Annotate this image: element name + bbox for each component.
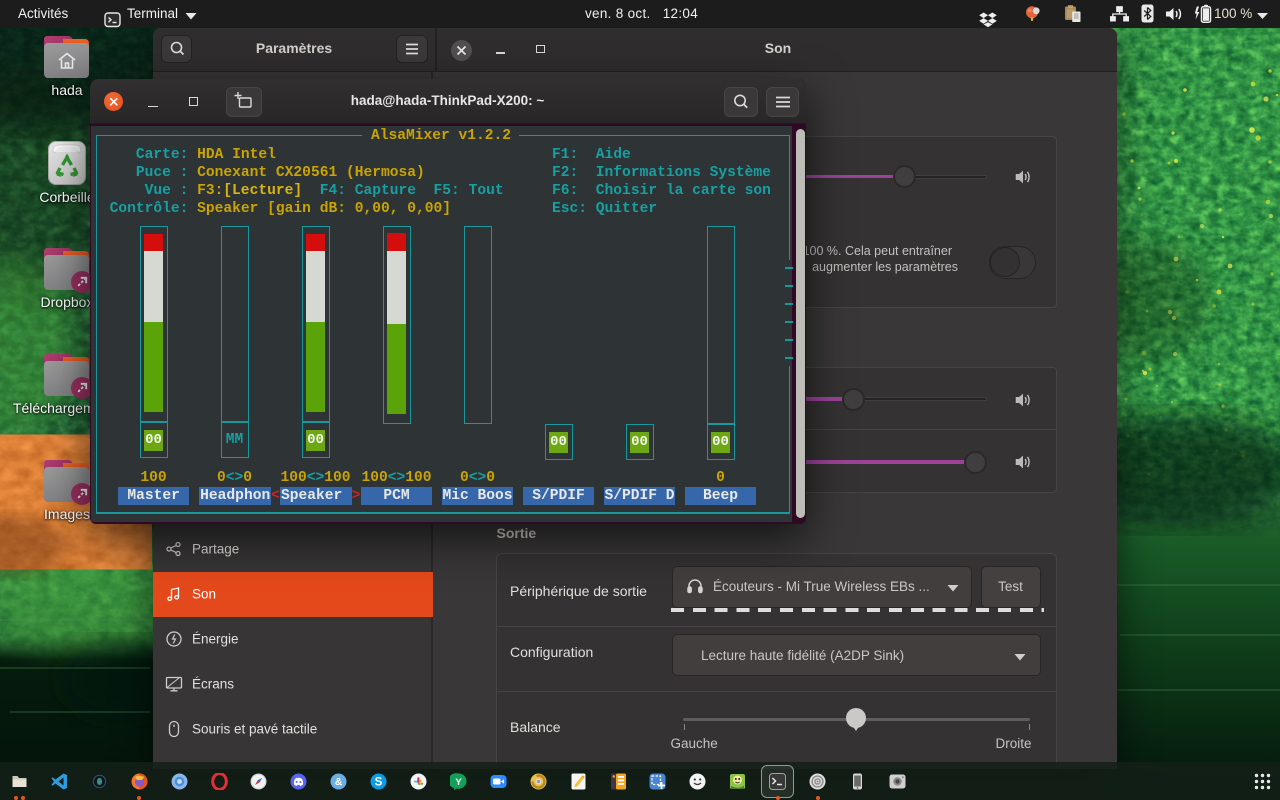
svg-text:S: S [375,777,383,789]
svg-text:&: & [335,776,343,788]
svg-text:Y: Y [455,777,462,788]
